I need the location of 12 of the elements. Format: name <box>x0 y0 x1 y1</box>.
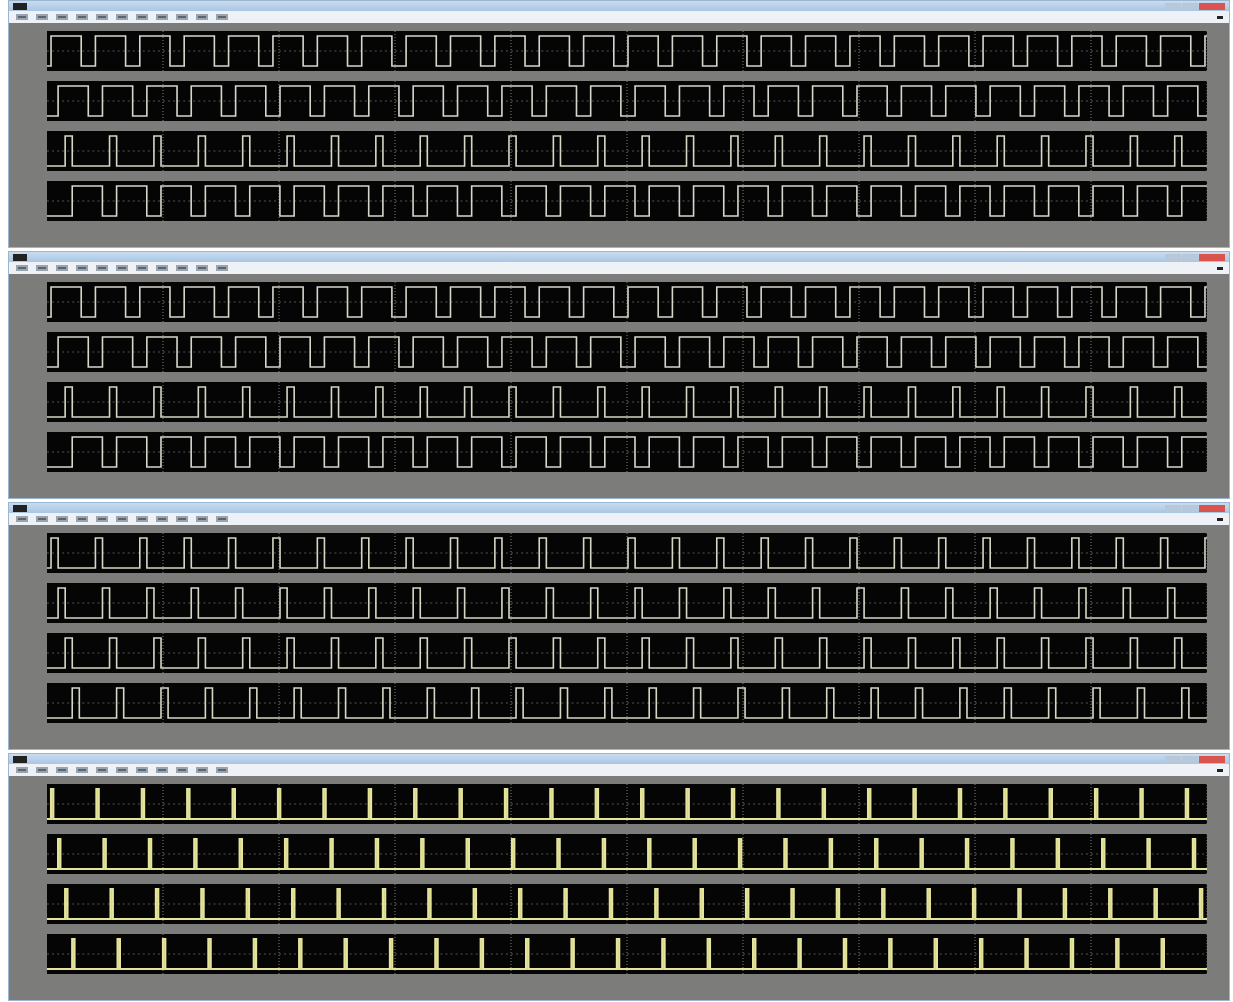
app-icon <box>13 253 27 261</box>
close-button[interactable] <box>1199 2 1225 10</box>
dropdown-icon[interactable] <box>1217 768 1223 772</box>
close-button[interactable] <box>1199 253 1225 261</box>
dropdown-icon[interactable] <box>1217 266 1223 270</box>
close-button[interactable] <box>1199 755 1225 763</box>
dropdown-icon[interactable] <box>1217 517 1223 521</box>
close-button[interactable] <box>1199 504 1225 512</box>
dropdown-icon[interactable] <box>1217 15 1223 19</box>
app-icon <box>13 2 27 10</box>
app-icon <box>13 504 27 512</box>
app-icon <box>13 755 27 763</box>
